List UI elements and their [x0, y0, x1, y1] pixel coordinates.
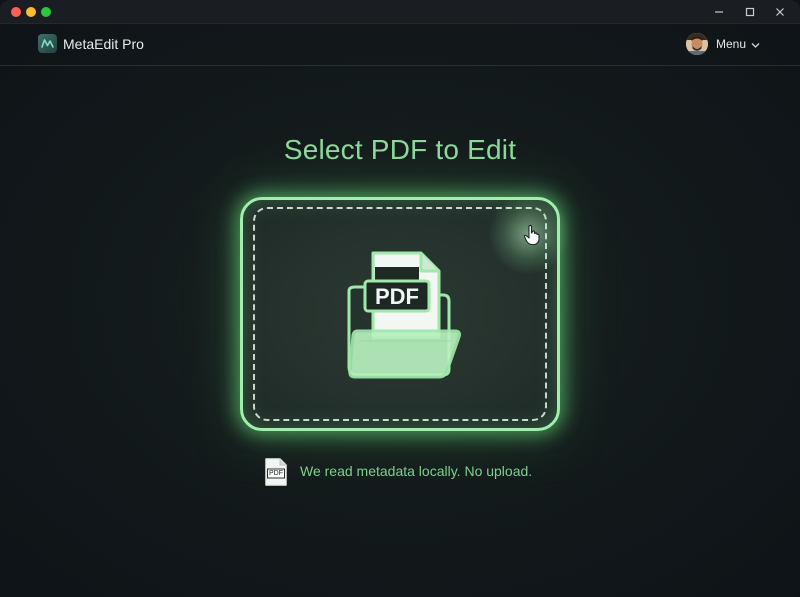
close-icon[interactable] — [771, 3, 789, 21]
app-name: MetaEdit Pro — [63, 36, 144, 52]
minimize-icon[interactable] — [710, 3, 728, 21]
privacy-note: We read metadata locally. No upload. — [300, 463, 533, 479]
app-header: MetaEdit Pro Menu — [0, 24, 800, 66]
window-maximize-dot[interactable] — [41, 7, 51, 17]
menu-button[interactable]: Menu — [716, 37, 746, 51]
pdf-badge-text: PDF — [375, 284, 419, 309]
pdf-file-icon-label: PDF — [269, 470, 283, 477]
app-window: MetaEdit Pro Menu Select PDF to Edit PDF… — [0, 0, 800, 597]
window-close-dot[interactable] — [11, 7, 21, 17]
maximize-icon[interactable] — [741, 3, 759, 21]
page-title: Select PDF to Edit — [283, 134, 517, 165]
title-bar — [0, 0, 800, 24]
user-avatar[interactable] — [686, 33, 708, 55]
window-minimize-dot[interactable] — [26, 7, 36, 17]
app-logo-icon — [38, 34, 57, 53]
pdf-dropzone[interactable]: PDF — [240, 194, 569, 431]
hand-pointer-icon — [523, 224, 541, 251]
chevron-down-icon[interactable] — [750, 38, 761, 56]
pdf-folder-icon: PDF — [343, 247, 463, 388]
pdf-file-icon: PDF — [264, 457, 288, 492]
